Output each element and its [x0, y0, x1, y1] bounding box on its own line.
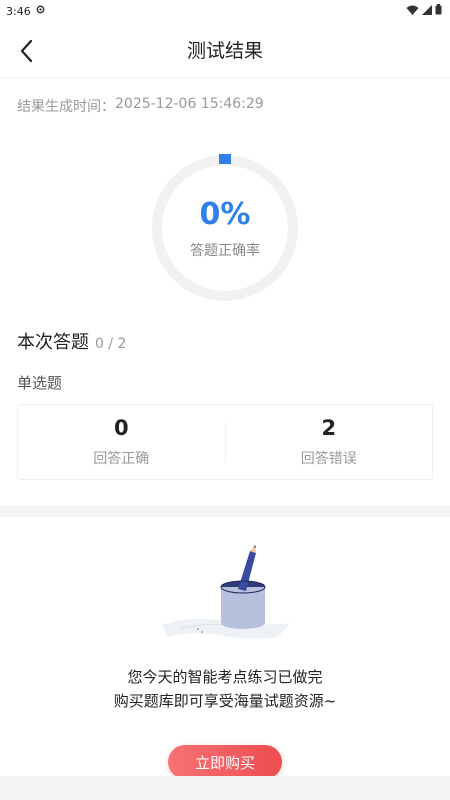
promo-text-line-2: 购买题库即可享受海量试题资源~: [113, 692, 337, 710]
accuracy-value: 0%: [199, 197, 251, 232]
result-timestamp: 结果生成时间： 2025-12-06 15:46:29: [0, 78, 450, 116]
wrong-label: 回答错误: [300, 451, 357, 467]
signal-icon: [422, 4, 432, 18]
accuracy-gauge: 0% 答题正确率: [149, 152, 301, 304]
battery-icon: [435, 4, 442, 18]
pencil-cup-illustration: [150, 545, 300, 645]
bottom-band: [0, 776, 450, 800]
wrong-count: 2: [321, 416, 337, 440]
correct-label: 回答正确: [93, 451, 150, 467]
status-bar: 3:46: [0, 0, 450, 22]
status-time: 3:46: [6, 4, 31, 18]
correct-count: 0: [113, 416, 129, 440]
section-progress: 0 / 2: [95, 336, 127, 352]
answer-section-header: 本次答题 0 / 2: [0, 304, 450, 354]
stat-wrong: 2 回答错误: [226, 416, 433, 468]
app-header: 测试结果: [0, 22, 450, 78]
back-arrow-icon[interactable]: [14, 38, 40, 64]
page-title: 测试结果: [186, 40, 263, 62]
wifi-icon: [406, 5, 419, 18]
promo-text-line-1: 您今天的智能考点练习已做完: [127, 668, 323, 686]
promo-section: 您今天的智能考点练习已做完 购买题库即可享受海量试题资源~ 立即购买: [0, 517, 450, 779]
timestamp-label: 结果生成时间：: [17, 99, 115, 115]
buy-now-button[interactable]: 立即购买: [168, 745, 282, 779]
accuracy-label: 答题正确率: [190, 243, 260, 259]
question-type-label: 单选题: [17, 374, 63, 392]
stats-card: 0 回答正确 2 回答错误: [17, 404, 433, 480]
stat-correct: 0 回答正确: [18, 416, 225, 468]
timestamp-value: 2025-12-06 15:46:29: [115, 96, 264, 112]
section-title: 本次答题: [17, 332, 89, 353]
section-divider: [0, 506, 450, 517]
settings-icon: [35, 4, 46, 18]
